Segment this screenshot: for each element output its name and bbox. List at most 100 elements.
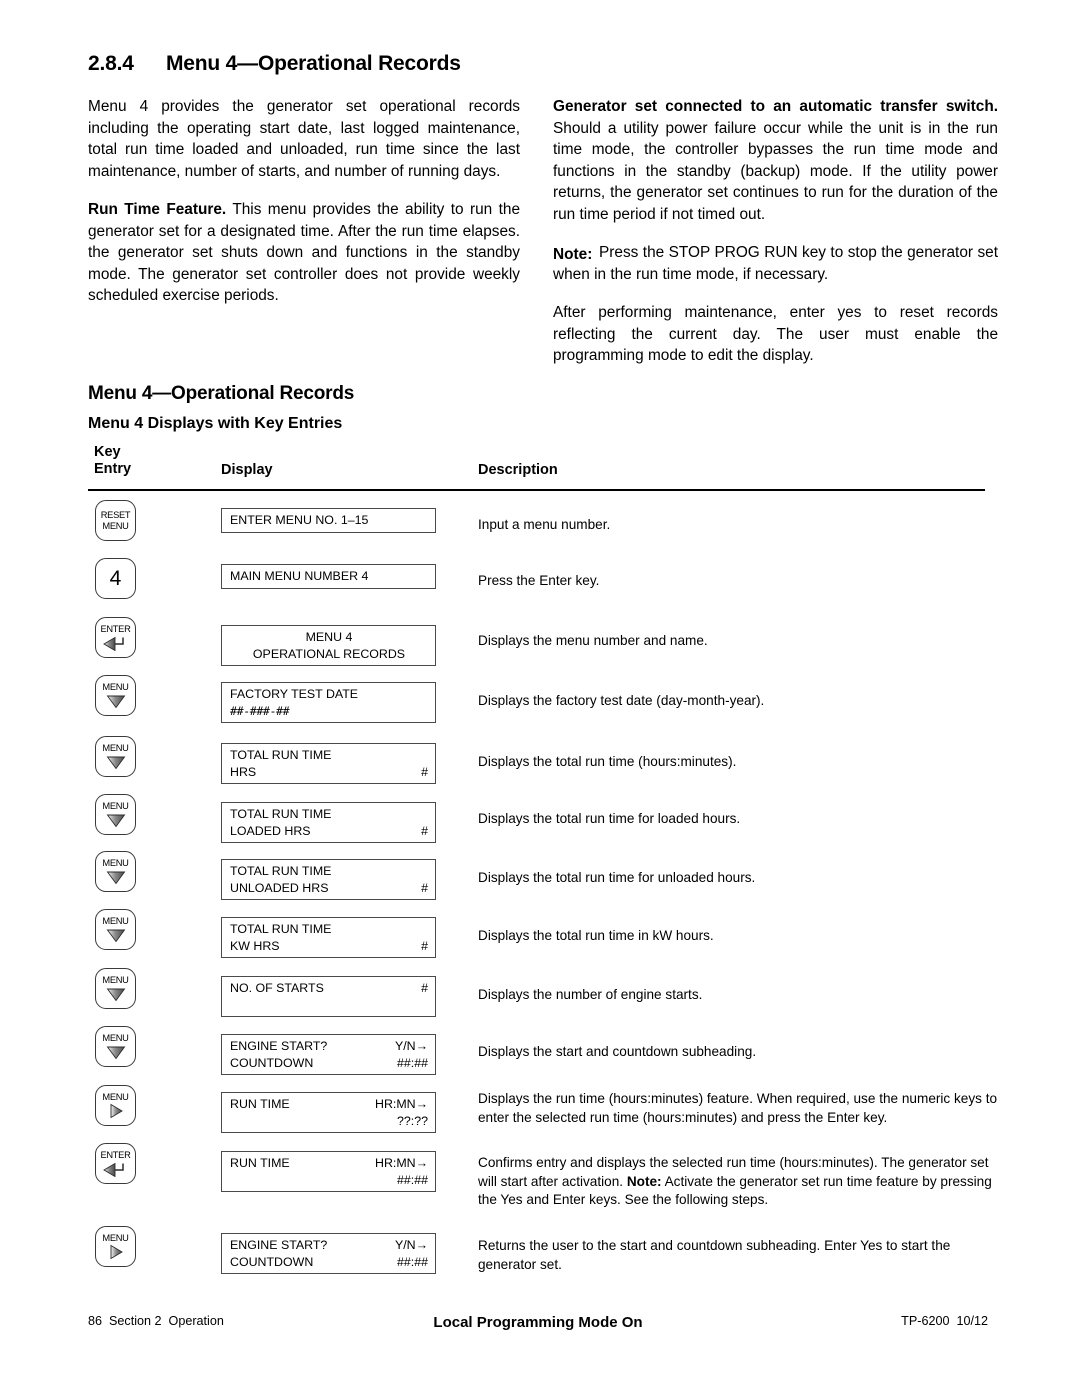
display-line: TOTAL RUN TIME xyxy=(230,921,428,938)
key-entry-button[interactable]: MENU xyxy=(95,675,136,716)
description-text: Displays the menu number and name. xyxy=(478,633,708,648)
note-label: Note: xyxy=(553,246,593,263)
display-readout: TOTAL RUN TIME HRS # xyxy=(221,743,436,784)
display-line-left: TOTAL RUN TIME xyxy=(230,748,332,762)
display-readout: MAIN MENU NUMBER 4 xyxy=(221,564,436,589)
description-text: Displays the total run time in kW hours. xyxy=(478,928,714,943)
down-arrow-icon xyxy=(106,756,125,769)
section-title: Menu 4—Operational Records xyxy=(166,52,461,75)
display-line-left: FACTORY TEST DATE xyxy=(230,687,359,701)
footer-doc-date: 10/12 xyxy=(956,1314,988,1328)
description-text: Displays the start and countdown subhead… xyxy=(478,1044,757,1059)
down-arrow-icon xyxy=(106,929,125,942)
display-line-right: ##:## xyxy=(396,1172,428,1187)
key-entry-button[interactable]: MENU xyxy=(95,794,136,835)
display-line-left: ENGINE START? xyxy=(230,1039,328,1053)
description-text: Returns the user to the start and countd… xyxy=(478,1238,951,1272)
display-readout: TOTAL RUN TIME LOADED HRS # xyxy=(221,802,436,843)
display-line-right: # xyxy=(421,981,428,995)
key-entry-button[interactable]: MENU xyxy=(95,736,136,777)
display-line-right: # xyxy=(421,880,428,895)
display-line-right xyxy=(421,703,428,720)
display-line-left: MAIN MENU NUMBER 4 xyxy=(230,569,369,583)
key-label: ENTER xyxy=(100,1150,131,1161)
key-label: MENU xyxy=(102,682,129,693)
footer-doc-id: TP-6200 xyxy=(901,1314,950,1328)
row-description: Press the Enter key. xyxy=(478,572,998,591)
display-line-left: ENGINE START? xyxy=(230,1238,328,1252)
display-line-right xyxy=(425,806,428,823)
display-line: MAIN MENU NUMBER 4 xyxy=(230,568,428,585)
description-text: Displays the total run time for loaded h… xyxy=(478,811,741,826)
display-line-right: HR:MN→ xyxy=(375,1156,428,1170)
key-entry-button[interactable]: MENU xyxy=(95,968,136,1009)
row-description: Returns the user to the start and countd… xyxy=(478,1237,998,1274)
column-header-display: Display xyxy=(221,462,273,478)
display-line-right: # xyxy=(421,938,428,953)
right-arrow-icon xyxy=(110,1244,123,1260)
display-readout: RUN TIME HR:MN→ ??:?? xyxy=(221,1092,436,1133)
left-paragraph-2: Run Time Feature. This menu provides the… xyxy=(88,199,520,307)
display-line-right: ??:?? xyxy=(396,1113,428,1128)
right-note: Note: Press the STOP PROG RUN key to sto… xyxy=(553,242,998,285)
display-line: HRS # xyxy=(230,764,428,781)
row-description: Displays the run time (hours:minutes) fe… xyxy=(478,1090,998,1127)
display-readout: ENGINE START? Y/N→ COUNTDOWN ##:## xyxy=(221,1034,436,1075)
right-arrow-icon xyxy=(110,1103,123,1119)
key-label: MENU xyxy=(102,1232,129,1243)
table-title: Menu 4—Operational Records xyxy=(88,383,355,404)
left-paragraph-1: Menu 4 provides the generator set operat… xyxy=(88,98,520,180)
key-entry-button[interactable]: MENU xyxy=(95,851,136,892)
row-description: Displays the total run time for unloaded… xyxy=(478,869,998,888)
key-label: MENU xyxy=(102,1091,129,1102)
display-line: KW HRS # xyxy=(230,938,428,955)
display-line-left: KW HRS xyxy=(230,938,280,953)
row-description: Displays the total run time (hours:minut… xyxy=(478,753,998,772)
display-line-left: ##-###-## xyxy=(230,703,290,718)
display-line-right xyxy=(425,568,428,585)
display-line-right xyxy=(425,512,428,529)
display-line-left xyxy=(230,997,233,1014)
display-line: ENGINE START? Y/N→ xyxy=(230,1237,428,1254)
row-description: Input a menu number. xyxy=(478,516,998,535)
note-block: Note: Press the STOP PROG RUN key to sto… xyxy=(553,244,998,283)
down-arrow-icon xyxy=(106,871,125,884)
key-entry-button[interactable]: ENTER xyxy=(95,1143,136,1184)
key-entry-button[interactable]: MENU xyxy=(95,1085,136,1126)
display-line-right: # xyxy=(421,823,428,838)
key-label: MENU xyxy=(102,743,129,754)
key-entry-button[interactable]: RESET MENU xyxy=(95,500,136,541)
key-entry-button[interactable]: MENU xyxy=(95,1226,136,1267)
key-header-line2: Entry xyxy=(94,461,132,477)
display-line: COUNTDOWN ##:## xyxy=(230,1254,428,1271)
right-paragraph-2: After performing maintenance, enter yes … xyxy=(553,304,998,364)
display-line-left: HRS xyxy=(230,764,257,779)
ats-bold-label: Generator set connected to an automatic … xyxy=(553,98,998,115)
key-entry-button[interactable]: MENU xyxy=(95,1026,136,1067)
display-line-left: COUNTDOWN xyxy=(230,1055,314,1070)
enter-arrow-icon xyxy=(102,636,124,651)
display-line-right: Y/N→ xyxy=(394,1039,428,1053)
description-text: Displays the factory test date (day-mont… xyxy=(478,693,765,708)
display-line: RUN TIME HR:MN→ xyxy=(230,1155,428,1172)
section-heading: 2.8.4 Menu 4—Operational Records xyxy=(88,52,988,76)
ats-text: Should a utility power failure occur whi… xyxy=(553,119,998,223)
key-entry-button[interactable]: MENU xyxy=(95,909,136,950)
display-readout: TOTAL RUN TIME KW HRS # xyxy=(221,917,436,958)
display-line: OPERATIONAL RECORDS xyxy=(230,646,428,663)
description-text: Displays the number of engine starts. xyxy=(478,987,703,1002)
down-arrow-icon xyxy=(106,988,125,1001)
display-line: TOTAL RUN TIME xyxy=(230,806,428,823)
display-line-left: TOTAL RUN TIME xyxy=(230,807,332,821)
key-label: MENU xyxy=(102,975,129,986)
display-line-right: ##:## xyxy=(396,1254,428,1269)
display-readout: RUN TIME HR:MN→ ##:## xyxy=(221,1151,436,1192)
row-description: Displays the factory test date (day-mont… xyxy=(478,692,998,711)
display-line: ENTER MENU NO. 1–15 xyxy=(230,512,428,529)
key-entry-button[interactable]: 4 xyxy=(95,558,136,599)
display-line: MENU 4 xyxy=(230,629,428,646)
key-entry-button[interactable]: ENTER xyxy=(95,617,136,658)
display-line-left: TOTAL RUN TIME xyxy=(230,864,332,878)
display-readout: ENGINE START? Y/N→ COUNTDOWN ##:## xyxy=(221,1233,436,1274)
page-footer: 86 Section 2 Operation Local Programming … xyxy=(88,1314,988,1336)
